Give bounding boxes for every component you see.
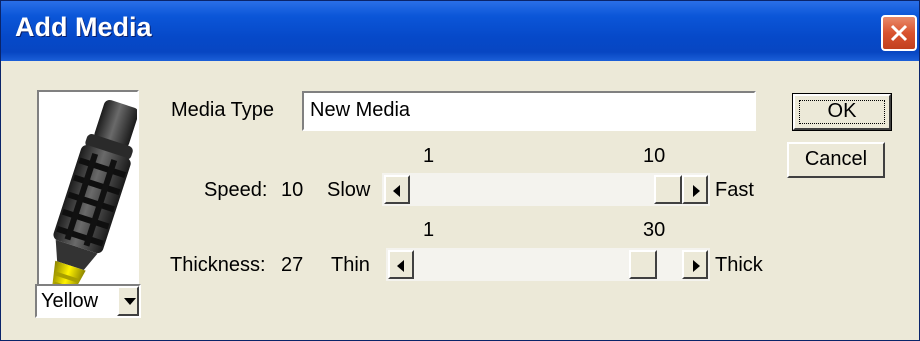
- media-preview-image: [37, 90, 139, 313]
- speed-range-min: 1: [423, 145, 435, 167]
- thickness-range-min: 1: [423, 219, 435, 241]
- arrow-left-icon: [393, 185, 400, 197]
- media-type-label: Media Type: [171, 99, 275, 121]
- dialog-body: Yellow Media Type New Media OK Cancel 1 …: [5, 61, 915, 338]
- close-button[interactable]: [881, 15, 917, 51]
- thickness-thick-label: Thick: [715, 254, 763, 276]
- thickness-label: Thickness:: [170, 254, 266, 276]
- thickness-range-max: 30: [643, 219, 666, 241]
- speed-fast-label: Fast: [715, 179, 754, 201]
- speed-increase-button[interactable]: [682, 175, 708, 204]
- thickness-value: 27: [281, 254, 304, 276]
- thickness-thumb[interactable]: [629, 250, 657, 279]
- speed-decrease-button[interactable]: [384, 175, 410, 204]
- speed-slow-label: Slow: [327, 179, 371, 201]
- speed-label: Speed:: [204, 179, 268, 201]
- thickness-decrease-button[interactable]: [388, 250, 414, 279]
- media-type-value: New Media: [310, 99, 411, 121]
- title-bar[interactable]: Add Media: [1, 1, 919, 61]
- speed-track[interactable]: [410, 173, 682, 206]
- ok-button[interactable]: OK: [792, 93, 892, 131]
- add-media-dialog: Add Media Yellow Media Type New Media OK…: [0, 0, 920, 341]
- close-icon: [890, 24, 908, 42]
- cancel-button-label: Cancel: [804, 148, 868, 170]
- focus-rectangle: [799, 100, 885, 124]
- thickness-scrollbar[interactable]: [386, 248, 710, 281]
- media-cartridge-illustration: [51, 100, 139, 298]
- speed-scrollbar[interactable]: [382, 173, 710, 206]
- cancel-button[interactable]: Cancel: [787, 142, 885, 178]
- speed-range-max: 10: [643, 145, 666, 167]
- arrow-right-icon: [693, 260, 700, 272]
- chevron-down-icon: [124, 298, 136, 305]
- speed-thumb[interactable]: [654, 175, 682, 204]
- thickness-track[interactable]: [414, 248, 682, 281]
- arrow-left-icon: [397, 260, 404, 272]
- dropdown-button[interactable]: [117, 286, 139, 316]
- thickness-thin-label: Thin: [331, 254, 370, 276]
- thickness-increase-button[interactable]: [682, 250, 708, 279]
- speed-value: 10: [281, 179, 304, 201]
- media-color-value: Yellow: [41, 290, 99, 312]
- arrow-right-icon: [693, 185, 700, 197]
- dialog-title: Add Media: [15, 12, 152, 42]
- media-color-select[interactable]: Yellow: [35, 284, 141, 318]
- media-type-input[interactable]: New Media: [302, 91, 756, 131]
